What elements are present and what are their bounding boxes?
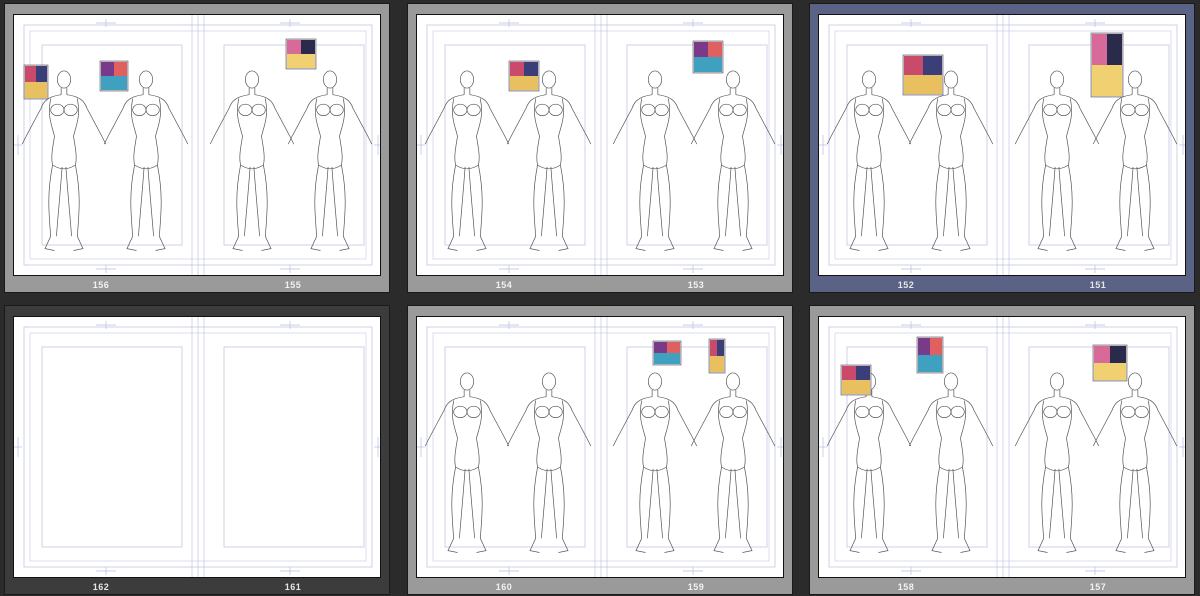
register-mark-icon bbox=[1085, 265, 1105, 273]
register-mark-icon bbox=[280, 19, 300, 27]
register-mark-icon bbox=[417, 135, 425, 155]
page-guides bbox=[819, 15, 1185, 275]
page-number-right: 153 bbox=[687, 280, 705, 290]
page-number-right: 157 bbox=[1089, 582, 1107, 592]
figure-sketch-icon bbox=[1014, 372, 1100, 553]
register-mark-icon bbox=[96, 321, 116, 329]
reference-image-icon bbox=[692, 40, 724, 74]
page-number-left: 162 bbox=[92, 582, 110, 592]
register-mark-icon bbox=[777, 135, 783, 155]
register-mark-icon bbox=[280, 321, 300, 329]
figure-sketch-icon bbox=[826, 372, 912, 553]
page-spread-156-155[interactable]: 156 155 bbox=[4, 3, 390, 293]
spread-canvas[interactable] bbox=[818, 14, 1186, 276]
register-mark-icon bbox=[1085, 321, 1105, 329]
register-mark-icon bbox=[280, 567, 300, 575]
figure-sketch-icon bbox=[287, 70, 373, 251]
register-mark-icon bbox=[96, 567, 116, 575]
register-mark-icon bbox=[96, 265, 116, 273]
reference-image-icon bbox=[916, 336, 944, 374]
page-guides bbox=[417, 317, 783, 577]
page-spread-152-151[interactable]: 152 151 bbox=[809, 3, 1195, 293]
register-mark-icon bbox=[683, 19, 703, 27]
register-mark-icon bbox=[1085, 567, 1105, 575]
page-number-right: 155 bbox=[284, 280, 302, 290]
register-mark-icon bbox=[96, 19, 116, 27]
register-mark-icon bbox=[499, 19, 519, 27]
page-number-right: 159 bbox=[687, 582, 705, 592]
spread-canvas[interactable] bbox=[818, 316, 1186, 578]
page-guides bbox=[14, 15, 380, 275]
figure-sketch-icon bbox=[424, 372, 510, 553]
figure-sketch-icon bbox=[1092, 70, 1178, 251]
register-mark-icon bbox=[280, 265, 300, 273]
page-number-right: 161 bbox=[284, 582, 302, 592]
figure-sketch-icon bbox=[506, 372, 592, 553]
page-number-left: 160 bbox=[495, 582, 513, 592]
page-guides bbox=[819, 317, 1185, 577]
figure-sketch-icon bbox=[908, 70, 994, 251]
reference-image-icon bbox=[99, 60, 129, 92]
reference-image-icon bbox=[1090, 32, 1124, 98]
spread-canvas[interactable] bbox=[416, 316, 784, 578]
register-mark-icon bbox=[683, 567, 703, 575]
figure-sketch-icon bbox=[1014, 70, 1100, 251]
page-guides bbox=[14, 317, 380, 577]
figure-sketch-icon bbox=[1092, 372, 1178, 553]
figure-sketch-icon bbox=[908, 372, 994, 553]
register-mark-icon bbox=[417, 437, 425, 457]
reference-image-icon bbox=[23, 64, 49, 100]
register-mark-icon bbox=[1179, 437, 1185, 457]
register-mark-icon bbox=[901, 321, 921, 329]
register-mark-icon bbox=[374, 437, 380, 457]
register-mark-icon bbox=[901, 19, 921, 27]
figure-sketch-icon bbox=[826, 70, 912, 251]
register-mark-icon bbox=[14, 437, 22, 457]
page-number-right: 151 bbox=[1089, 280, 1107, 290]
register-mark-icon bbox=[1179, 135, 1185, 155]
reference-image-icon bbox=[1092, 344, 1128, 382]
register-mark-icon bbox=[1085, 19, 1105, 27]
register-mark-icon bbox=[901, 265, 921, 273]
register-mark-icon bbox=[374, 135, 380, 155]
register-mark-icon bbox=[901, 567, 921, 575]
register-mark-icon bbox=[499, 265, 519, 273]
figure-sketch-icon bbox=[506, 70, 592, 251]
figure-sketch-icon bbox=[103, 70, 189, 251]
register-mark-icon bbox=[499, 567, 519, 575]
register-mark-icon bbox=[683, 265, 703, 273]
spread-canvas[interactable] bbox=[416, 14, 784, 276]
spread-canvas[interactable] bbox=[13, 316, 381, 578]
reference-image-icon bbox=[902, 54, 944, 96]
page-spread-160-159[interactable]: 160 159 bbox=[407, 305, 793, 595]
page-spread-154-153[interactable]: 154 153 bbox=[407, 3, 793, 293]
page-spread-158-157[interactable]: 158 157 bbox=[809, 305, 1195, 595]
register-mark-icon bbox=[819, 135, 827, 155]
page-guides bbox=[417, 15, 783, 275]
page-number-left: 152 bbox=[897, 280, 915, 290]
page-number-left: 156 bbox=[92, 280, 110, 290]
figure-sketch-icon bbox=[690, 70, 776, 251]
figure-sketch-icon bbox=[424, 70, 510, 251]
figure-sketch-icon bbox=[612, 70, 698, 251]
spread-canvas[interactable] bbox=[13, 14, 381, 276]
register-mark-icon bbox=[819, 437, 827, 457]
reference-image-icon bbox=[652, 340, 682, 366]
page-spread-162-161[interactable]: 162 161 bbox=[4, 305, 390, 595]
page-number-left: 158 bbox=[897, 582, 915, 592]
reference-image-icon bbox=[285, 38, 317, 70]
reference-image-icon bbox=[840, 364, 872, 396]
register-mark-icon bbox=[499, 321, 519, 329]
figure-sketch-icon bbox=[690, 372, 776, 553]
register-mark-icon bbox=[777, 437, 783, 457]
reference-image-icon bbox=[708, 338, 726, 374]
page-number-left: 154 bbox=[495, 280, 513, 290]
reference-image-icon bbox=[508, 60, 540, 92]
register-mark-icon bbox=[683, 321, 703, 329]
register-mark-icon bbox=[14, 135, 22, 155]
figure-sketch-icon bbox=[209, 70, 295, 251]
figure-sketch-icon bbox=[612, 372, 698, 553]
